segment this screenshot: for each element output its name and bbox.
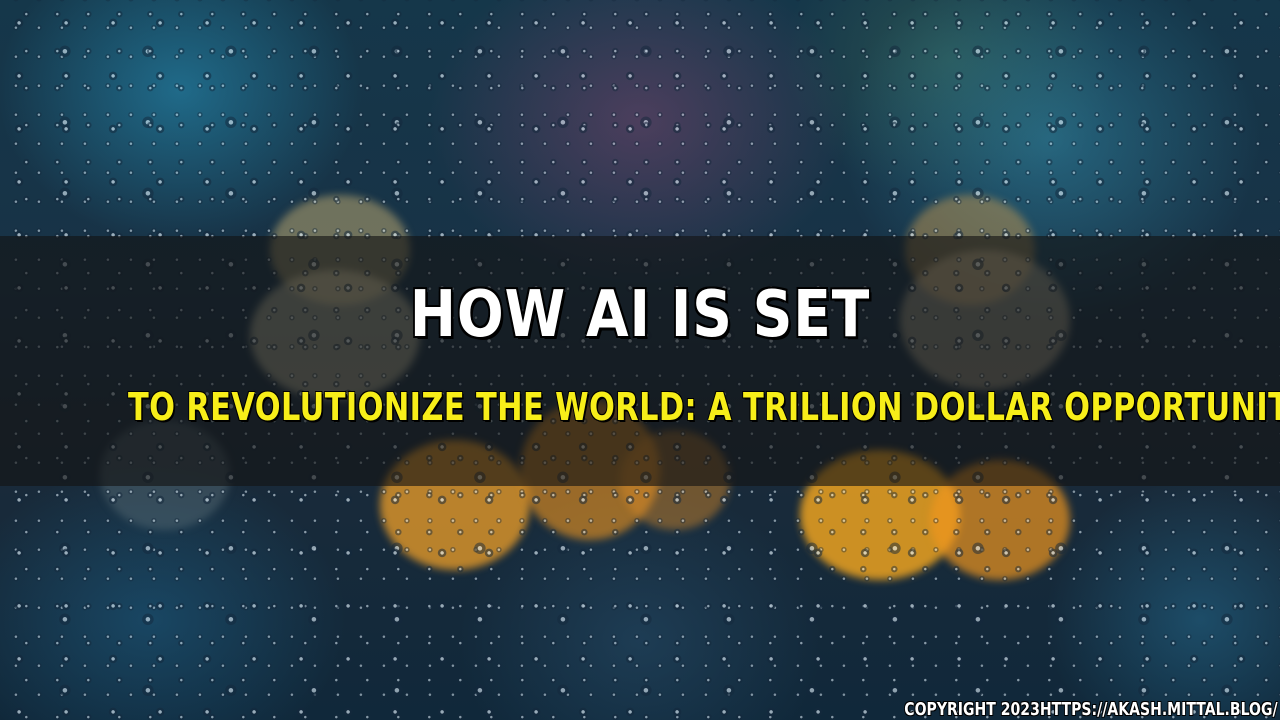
copyright-text: COPYRIGHT 2023HTTPS://AKASH.MITTAL.BLOG/ — [904, 699, 1278, 720]
title-band — [0, 236, 1280, 486]
thumbnail-canvas: HOW AI IS SET TO REVOLUTIONIZE THE WORLD… — [0, 0, 1280, 720]
headline-line-2: TO REVOLUTIONIZE THE WORLD: A TRILLION D… — [128, 385, 1280, 429]
headline-line-1: HOW AI IS SET — [409, 278, 871, 352]
